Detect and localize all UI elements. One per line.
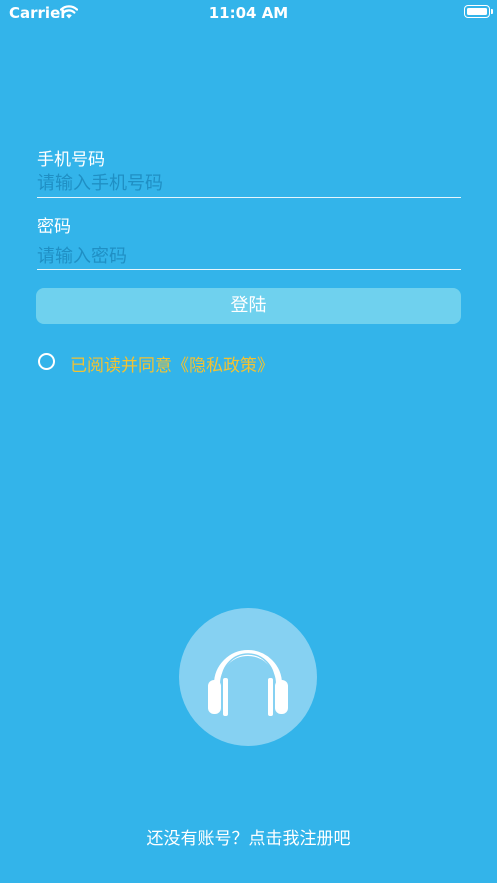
headphones-icon: [208, 650, 288, 716]
privacy-policy-agreement[interactable]: 已阅读并同意《隐私政策》: [70, 351, 274, 376]
status-time: 11:04 AM: [208, 4, 289, 22]
phone-label: 手机号码: [37, 150, 105, 170]
app-logo: [179, 608, 317, 746]
register-link[interactable]: 还没有账号？点击我注册吧: [0, 824, 497, 849]
phone-underline: [37, 197, 461, 198]
status-bar: Carrier 11:04 AM: [0, 0, 497, 26]
battery-icon: [464, 5, 493, 18]
phone-input[interactable]: [37, 170, 460, 196]
login-button[interactable]: 登陆: [36, 288, 461, 324]
agreement-checkbox[interactable]: [38, 353, 55, 370]
password-underline: [37, 269, 461, 270]
password-label: 密码: [37, 217, 71, 237]
password-input[interactable]: [37, 243, 460, 269]
